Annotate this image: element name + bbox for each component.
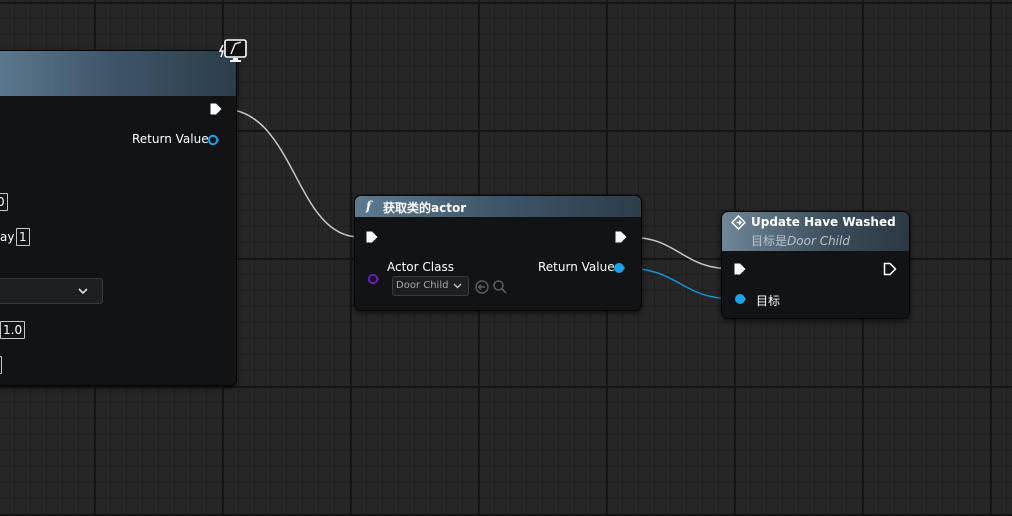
update-exec-in-pin[interactable] (733, 262, 747, 276)
exec-wire-getactor-to-update (627, 236, 735, 270)
chevron-down-icon (453, 283, 462, 289)
get-actor-exec-out-pin[interactable] (614, 230, 628, 244)
left-node-field-box-0[interactable]: 0 (0, 193, 8, 211)
get-actor-return-label: Return Value (538, 260, 615, 274)
update-node-title: Update Have Washed (751, 215, 896, 229)
update-node-subtitle-class: Door Child (787, 234, 850, 248)
actor-class-dropdown[interactable]: Door Child (392, 276, 469, 296)
search-icon[interactable] (492, 279, 508, 295)
actor-class-pin[interactable] (367, 273, 379, 285)
event-diamond-icon (731, 215, 746, 230)
left-node-return-pin[interactable] (207, 134, 219, 146)
left-node-header (0, 51, 236, 96)
monitor-icon (218, 39, 249, 65)
left-node-field-box-1[interactable]: 1 (16, 228, 30, 246)
left-node-field-box-10[interactable]: 1.0 (0, 321, 26, 339)
update-target-label: 目标 (756, 294, 781, 308)
get-actor-return-pin[interactable] (613, 262, 625, 274)
get-actor-node-title: 获取类的actor (383, 201, 467, 215)
function-icon: f (366, 199, 372, 213)
update-node-subtitle: 目标是Door Child (751, 232, 850, 249)
left-node-return-label: Return Value (132, 132, 209, 146)
left-node-dropdown[interactable] (0, 278, 103, 304)
chevron-down-icon (78, 288, 88, 295)
update-target-pin[interactable] (734, 293, 746, 305)
use-selected-icon[interactable] (474, 279, 490, 295)
left-node-field-box-bottom[interactable] (0, 356, 2, 374)
actor-class-value: Door Child (396, 280, 449, 291)
get-actor-exec-in-pin[interactable] (365, 230, 379, 244)
update-exec-out-pin[interactable] (883, 262, 897, 276)
actor-class-label: Actor Class (387, 260, 454, 274)
exec-wire-left-to-getactor (222, 108, 360, 238)
left-node[interactable] (0, 50, 237, 386)
update-node-subtitle-prefix: 目标是 (751, 234, 788, 248)
left-node-exec-out-pin[interactable] (209, 102, 223, 116)
left-node-field-ay-label: ay (0, 230, 15, 244)
